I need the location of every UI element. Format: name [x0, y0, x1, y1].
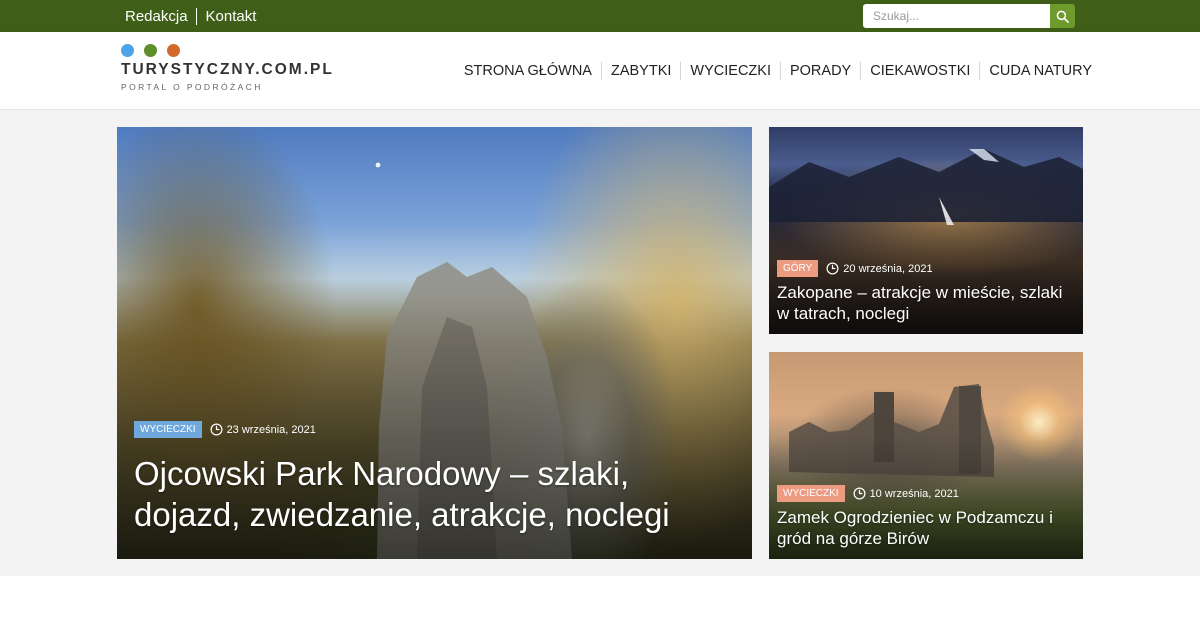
nav-item-cuda-natury[interactable]: CUDA NATURY	[979, 62, 1092, 80]
logo-title: TURYSTYCZNY.COM.PL	[121, 61, 334, 78]
featured-side-meta: GÓRY 20 września, 2021	[777, 260, 933, 277]
post-date-text: 20 września, 2021	[843, 262, 933, 275]
category-badge[interactable]: WYCIECZKI	[777, 485, 845, 502]
nav-item-porady[interactable]: PORADY	[779, 62, 860, 80]
kontakt-link[interactable]: Kontakt	[206, 8, 257, 25]
search-form	[863, 4, 1075, 28]
featured-side-card[interactable]: WYCIECZKI 10 września, 2021 Zamek Ogrodz…	[769, 352, 1083, 559]
clock-icon	[826, 262, 839, 275]
top-links: Redakcja Kontakt	[125, 0, 256, 32]
featured-main-card[interactable]: WYCIECZKI 23 września, 2021 Ojcowski Par…	[117, 127, 752, 559]
category-badge[interactable]: GÓRY	[777, 260, 819, 277]
top-bar: Redakcja Kontakt	[0, 0, 1200, 32]
nav-item-wycieczki[interactable]: WYCIECZKI	[680, 62, 780, 80]
logo-dots	[121, 44, 334, 57]
featured-side-card[interactable]: GÓRY 20 września, 2021 Zakopane – atrakc…	[769, 127, 1083, 334]
search-icon	[1056, 10, 1069, 23]
top-links-divider	[195, 7, 197, 25]
post-date-text: 10 września, 2021	[869, 487, 959, 500]
featured-main-meta: WYCIECZKI 23 września, 2021	[134, 421, 316, 438]
featured-main-title[interactable]: Ojcowski Park Narodowy – szlaki, dojazd,…	[134, 453, 734, 535]
nav-item-strona-glowna[interactable]: STRONA GŁÓWNA	[455, 62, 601, 80]
nav-item-ciekawostki[interactable]: CIEKAWOSTKI	[860, 62, 979, 80]
featured-side-meta: WYCIECZKI 10 września, 2021	[777, 485, 959, 502]
logo-dot-orange	[167, 44, 180, 57]
featured-side-title[interactable]: Zamek Ogrodzieniec w Podzamczu i gród na…	[777, 507, 1077, 549]
clock-icon	[210, 423, 223, 436]
search-input[interactable]	[863, 4, 1050, 28]
nav-item-zabytki[interactable]: ZABYTKI	[600, 62, 680, 80]
post-date: 10 września, 2021	[853, 487, 959, 500]
featured-side-title[interactable]: Zakopane – atrakcje w mieście, szlaki w …	[777, 282, 1077, 324]
main-nav: STRONA GŁÓWNA ZABYTKI WYCIECZKI PORADY C…	[455, 32, 1092, 110]
logo-dot-green	[144, 44, 157, 57]
redakcja-link[interactable]: Redakcja	[125, 8, 188, 25]
search-button[interactable]	[1050, 4, 1075, 28]
post-date: 20 września, 2021	[826, 262, 933, 275]
post-date: 23 września, 2021	[210, 423, 316, 436]
category-badge[interactable]: WYCIECZKI	[134, 421, 202, 438]
site-header: TURYSTYCZNY.COM.PL PORTAL O PODRÓŻACH ST…	[0, 32, 1200, 110]
clock-icon	[853, 487, 866, 500]
post-date-text: 23 września, 2021	[226, 423, 316, 436]
logo-subtitle: PORTAL O PODRÓŻACH	[121, 82, 263, 92]
site-logo[interactable]: TURYSTYCZNY.COM.PL PORTAL O PODRÓŻACH	[121, 44, 334, 92]
logo-dot-blue	[121, 44, 134, 57]
